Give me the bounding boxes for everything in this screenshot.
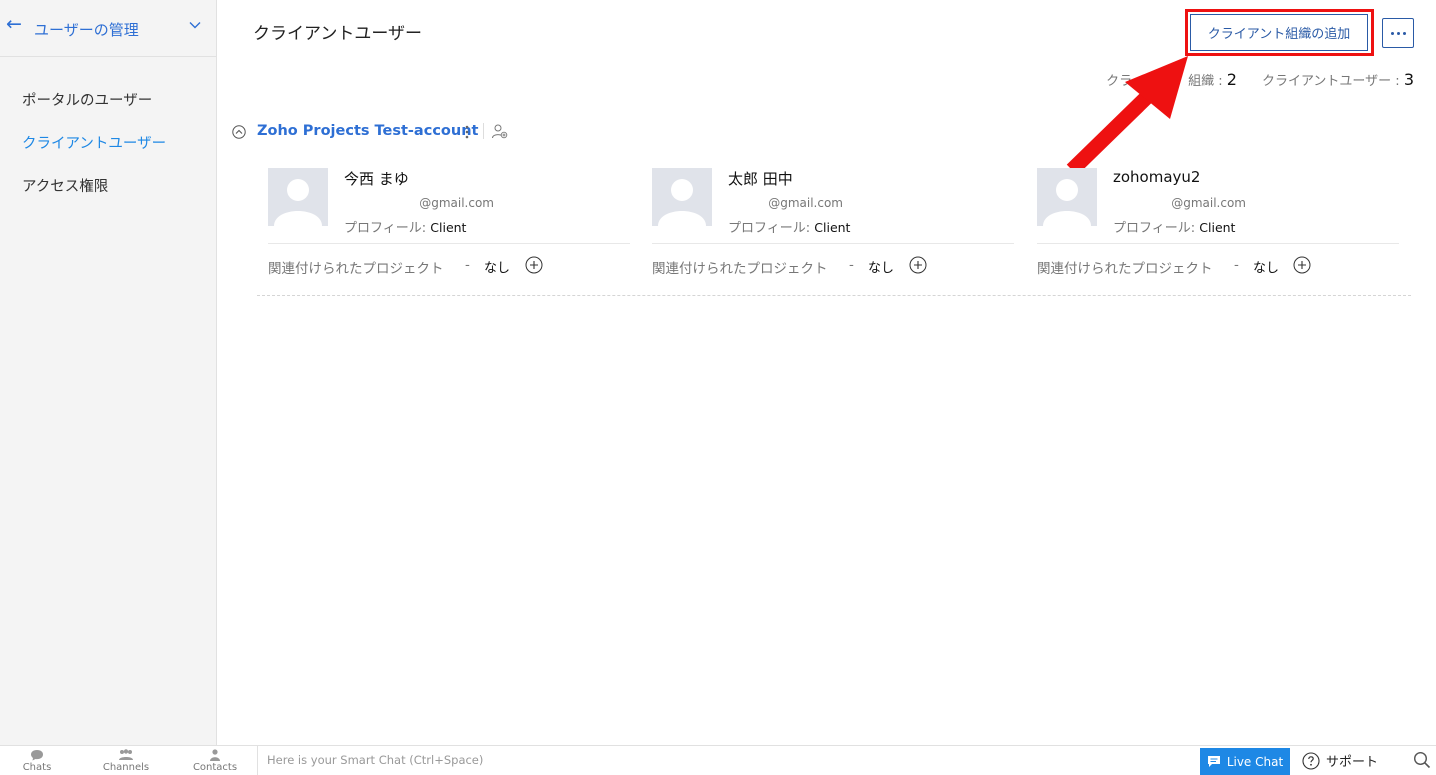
user-card: zohomayu2 @gmail.com プロフィール: Client 関連付け… [1037, 168, 1399, 278]
sidebar-header: ← ユーザーの管理 [0, 0, 216, 57]
associated-projects-value: なし [484, 261, 511, 276]
chevron-down-icon[interactable] [188, 18, 202, 32]
associated-projects-value: なし [1253, 261, 1280, 276]
separator-dash: - [1234, 257, 1239, 273]
associated-projects-label: 関連付けられたプロジェクト [1037, 261, 1213, 277]
more-dots-icon [1390, 31, 1394, 35]
add-project-icon[interactable] [909, 256, 927, 274]
sidebar: ← ユーザーの管理 ポータルのユーザー クライアントユーザー アクセス権限 [0, 0, 217, 745]
contact-person-icon [210, 749, 220, 761]
card-divider [268, 243, 630, 244]
add-user-icon[interactable] [491, 123, 508, 140]
sidebar-title[interactable]: ユーザーの管理 [34, 19, 139, 40]
user-name: zohomayu2 [1113, 168, 1201, 186]
support-button[interactable]: サポート [1302, 751, 1378, 770]
sidebar-item-access-rights[interactable]: アクセス権限 [22, 175, 108, 196]
user-name: 太郎 田中 [728, 170, 793, 188]
associated-projects-label: 関連付けられたプロジェクト [268, 261, 444, 277]
chats-tab[interactable]: Chats [7, 749, 67, 773]
chat-bubble-icon [31, 750, 43, 761]
user-card: 太郎 田中 @gmail.com プロフィール: Client 関連付けられたプ… [652, 168, 1014, 278]
separator-dash: - [849, 257, 854, 273]
channels-icon [119, 749, 133, 760]
bottom-bar: Chats Channels Contacts Here is your Sma… [0, 745, 1436, 775]
search-icon[interactable] [1413, 751, 1431, 769]
user-email: @gmail.com [1171, 196, 1246, 210]
help-icon [1302, 751, 1320, 770]
user-profile: プロフィール: Client [1113, 220, 1236, 236]
add-project-icon[interactable] [1293, 256, 1311, 274]
avatar [268, 168, 328, 226]
card-divider [652, 243, 1014, 244]
more-options-button[interactable] [1382, 18, 1414, 48]
user-card: 今西 まゆ @gmail.com プロフィール: Client 関連付けられたプ… [268, 168, 630, 278]
contacts-tab[interactable]: Contacts [185, 749, 245, 773]
section-divider [257, 295, 1411, 296]
avatar [652, 168, 712, 226]
user-profile: プロフィール: Client [728, 220, 851, 236]
collapse-icon[interactable] [232, 125, 246, 139]
card-divider [1037, 243, 1399, 244]
annotation-arrow [1066, 56, 1188, 176]
live-chat-icon [1207, 756, 1220, 767]
org-count: 2 [1226, 70, 1237, 89]
user-email: @gmail.com [419, 196, 494, 210]
smart-chat-input[interactable]: Here is your Smart Chat (Ctrl+Space) [267, 753, 483, 767]
user-email: @gmail.com [768, 196, 843, 210]
divider [483, 123, 484, 139]
user-name: 今西 まゆ [344, 170, 409, 188]
arrow-left-icon[interactable]: ← [6, 13, 22, 35]
add-client-org-button[interactable]: クライアント組織の追加 [1190, 14, 1368, 51]
channels-tab[interactable]: Channels [96, 749, 156, 773]
org-name-link[interactable]: Zoho Projects Test-account [257, 123, 478, 139]
add-project-icon[interactable] [525, 256, 543, 274]
associated-projects-label: 関連付けられたプロジェクト [652, 261, 828, 277]
sidebar-item-client-users[interactable]: クライアントユーザー [22, 132, 166, 153]
separator-dash: - [465, 257, 470, 273]
live-chat-button[interactable]: Live Chat [1200, 748, 1290, 775]
user-count-label: クライアントユーザー : [1261, 74, 1404, 89]
divider [257, 746, 258, 775]
associated-projects-value: なし [868, 261, 895, 276]
kebab-menu-icon[interactable] [465, 125, 469, 139]
user-count: 3 [1403, 70, 1414, 89]
user-profile: プロフィール: Client [344, 220, 467, 236]
avatar [1037, 168, 1097, 226]
sidebar-item-portal-users[interactable]: ポータルのユーザー [22, 89, 152, 110]
page-title: クライアントユーザー [253, 24, 422, 44]
